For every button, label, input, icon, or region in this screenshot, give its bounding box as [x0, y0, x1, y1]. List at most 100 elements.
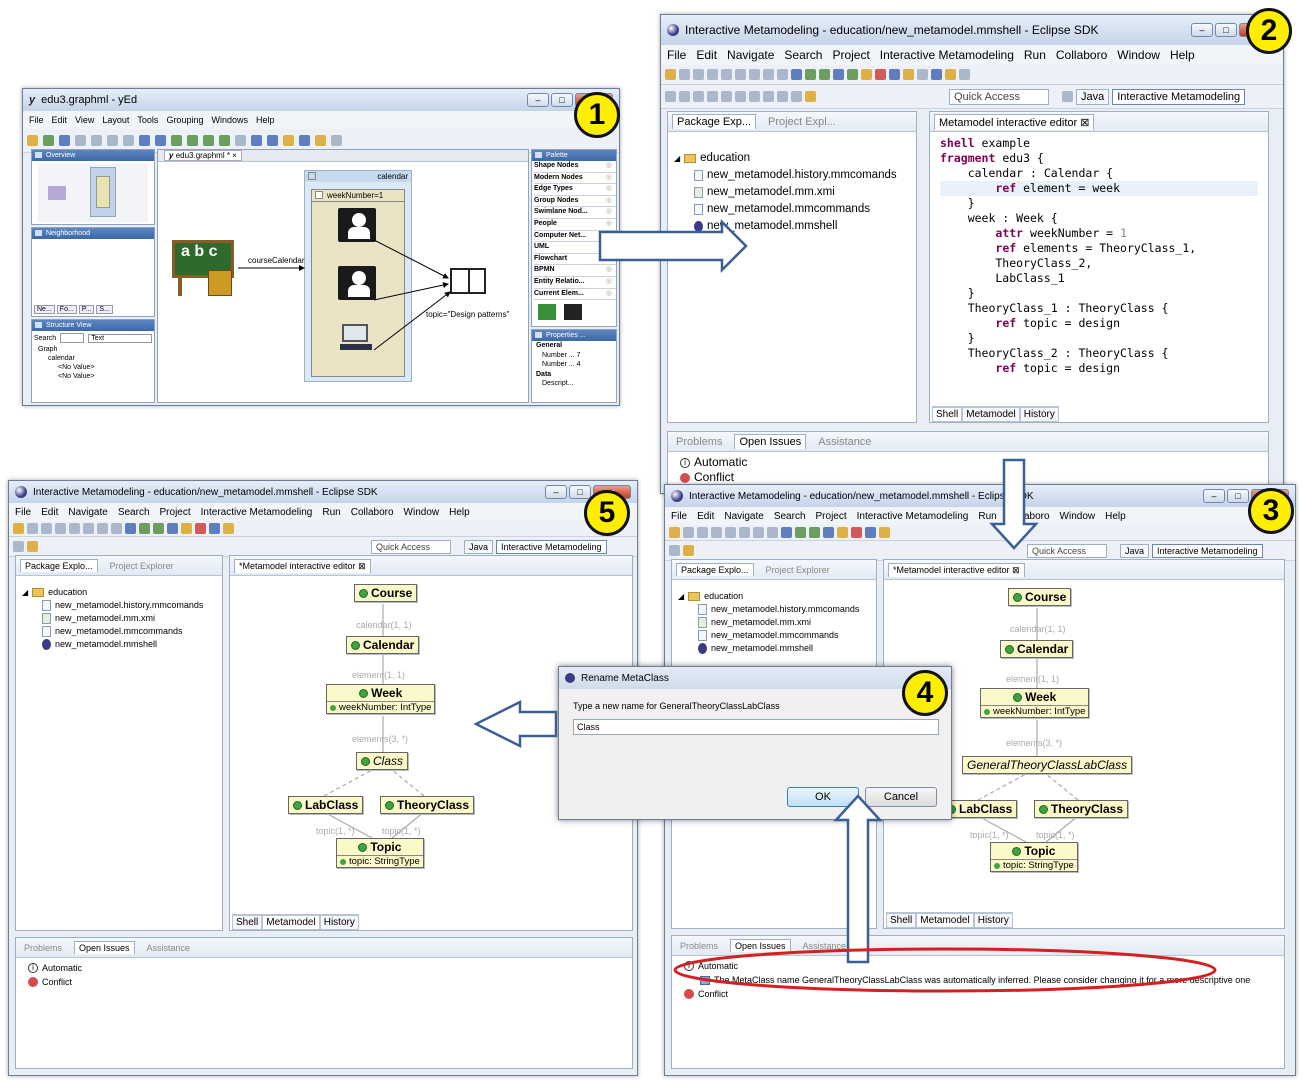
tab-package-explorer[interactable]: Package Explo...	[676, 563, 754, 576]
menu-item[interactable]: Run	[978, 511, 996, 522]
property-row[interactable]: Descript...	[536, 379, 616, 389]
menu-item[interactable]: Search	[774, 511, 806, 522]
tab-assistance[interactable]: Assistance	[814, 435, 875, 449]
issue-row[interactable]: i Automatic	[28, 961, 620, 975]
menu-item[interactable]: View	[75, 115, 94, 125]
editor-mode-tab[interactable]: Shell	[232, 915, 263, 930]
paste-icon[interactable]	[107, 135, 118, 146]
file-node[interactable]: new_metamodel.history.mmcomands	[678, 603, 870, 616]
tab-package-explorer[interactable]: Package Exp...	[672, 114, 756, 129]
maximize-button[interactable]: □	[1227, 489, 1249, 503]
file-node[interactable]: new_metamodel.mm.xmi	[674, 184, 910, 201]
menu-item[interactable]: Window	[1117, 48, 1160, 62]
menu-item[interactable]: Run	[322, 507, 340, 518]
tab-project-explorer[interactable]: Project Expl...	[764, 115, 840, 129]
metaclass-course[interactable]: Course	[1008, 588, 1072, 606]
menu-item[interactable]: Collaboro	[1056, 48, 1107, 62]
tab-package-explorer[interactable]: Package Explo...	[20, 559, 98, 572]
tab-project-explorer[interactable]: Project Explorer	[762, 564, 834, 576]
menu-item[interactable]: Project	[816, 511, 847, 522]
metaclass-general[interactable]: Class	[356, 752, 409, 770]
editor-mode-tab[interactable]: History	[319, 915, 359, 930]
editor-mode-tab[interactable]: History	[973, 913, 1013, 928]
minimize-button[interactable]: –	[545, 485, 567, 499]
overview-thumbnail[interactable]	[38, 164, 148, 222]
undo-icon[interactable]	[139, 135, 150, 146]
tab-problems[interactable]: Problems	[672, 435, 726, 449]
menu-item[interactable]: Run	[1024, 48, 1046, 62]
palette-section[interactable]: People ◎	[534, 219, 616, 231]
menu-item[interactable]: File	[667, 48, 686, 62]
project-node[interactable]: ◢ education	[678, 590, 870, 603]
property-row[interactable]: Number ... 4	[536, 360, 616, 370]
java-perspective[interactable]: Java	[1120, 543, 1150, 558]
property-row[interactable]: Number ... 7	[536, 351, 616, 361]
graph-canvas[interactable]: y edu3.graphml * × calendar weekNumber=1…	[157, 149, 529, 403]
menu-item[interactable]: Window	[404, 507, 440, 518]
quick-access-input[interactable]: Quick Access	[371, 539, 451, 554]
metaclass-week[interactable]: Week weekNumber: IntType	[980, 688, 1090, 718]
search-field[interactable]	[60, 333, 85, 343]
menu-item[interactable]: Help	[1105, 511, 1126, 522]
menu-item[interactable]: Project	[160, 507, 191, 518]
palette-section[interactable]: Group Nodes ◎	[534, 196, 616, 208]
lab-node[interactable]	[338, 322, 376, 356]
project-node[interactable]: ◢ education	[674, 150, 910, 167]
menu-item[interactable]: Edit	[41, 507, 58, 518]
file-node[interactable]: new_metamodel.mmshell	[678, 642, 870, 655]
metaclass-calendar[interactable]: Calendar	[1000, 640, 1074, 658]
property-row[interactable]: General	[536, 341, 616, 351]
im-perspective[interactable]: Interactive Metamodeling	[496, 539, 607, 554]
im-perspective[interactable]: Interactive Metamodeling	[1112, 88, 1246, 105]
menu-item[interactable]: Interactive Metamodeling	[857, 511, 969, 522]
menu-item[interactable]: Collaboro	[351, 507, 394, 518]
minimize-button[interactable]: –	[527, 93, 549, 107]
property-row[interactable]: Data	[536, 370, 616, 380]
java-perspective[interactable]: Java	[464, 539, 494, 554]
menu-item[interactable]: Navigate	[727, 48, 774, 62]
editor-mode-tab[interactable]: Metamodel	[962, 407, 1020, 422]
issue-row[interactable]: i Automatic	[684, 959, 1272, 973]
file-node[interactable]: new_metamodel.mmshell	[22, 638, 216, 651]
fit-icon[interactable]	[235, 135, 246, 146]
metaclass-week[interactable]: Week weekNumber: IntType	[326, 684, 436, 714]
tab-assistance[interactable]: Assistance	[143, 942, 195, 954]
new-icon[interactable]	[27, 135, 38, 146]
menu-item[interactable]: Edit	[52, 115, 68, 125]
tab-problems[interactable]: Problems	[20, 942, 66, 954]
open-perspective-icon[interactable]	[1062, 91, 1073, 102]
menu-item[interactable]: Layout	[102, 115, 129, 125]
palette-icon[interactable]	[315, 135, 326, 146]
issue-row[interactable]: i Automatic	[680, 455, 1256, 470]
mini-tab[interactable]: Ne...	[34, 305, 55, 314]
menu-item[interactable]: Navigate	[68, 507, 107, 518]
metaclass-general[interactable]: GeneralTheoryClassLabClass	[962, 756, 1133, 774]
file-node[interactable]: new_metamodel.mmcommands	[674, 201, 910, 218]
tab-open-issues[interactable]: Open Issues	[730, 939, 791, 952]
week-group-node[interactable]: weekNumber=1	[311, 189, 405, 377]
menu-item[interactable]: Window	[1060, 511, 1096, 522]
palette-section[interactable]: Entity Relatio... ◎	[534, 277, 616, 289]
tree-node[interactable]: <No Value>	[38, 372, 154, 381]
file-node[interactable]: new_metamodel.mmshell	[674, 218, 910, 235]
maximize-button[interactable]: □	[569, 485, 591, 499]
shell-code[interactable]: shell example fragment edu3 { calendar : …	[930, 132, 1268, 394]
topic-book-node[interactable]	[450, 268, 486, 294]
menu-item[interactable]: File	[671, 511, 687, 522]
metaclass-topic[interactable]: Topic topic: StringType	[990, 842, 1078, 872]
zoom-fit-icon[interactable]	[203, 135, 214, 146]
file-node[interactable]: new_metamodel.mmcommands	[678, 629, 870, 642]
minimize-button[interactable]: –	[1191, 23, 1213, 37]
tab-editor[interactable]: Metamodel interactive editor ⊠	[934, 113, 1095, 130]
editor-mode-tab[interactable]: Shell	[886, 913, 917, 928]
file-node[interactable]: new_metamodel.mmcommands	[22, 625, 216, 638]
menu-item[interactable]: Help	[256, 115, 275, 125]
metaclass-lab[interactable]: LabClass	[288, 796, 364, 814]
palette-section[interactable]: Computer Net... ◎	[534, 231, 616, 243]
palette-section[interactable]: UML ◎	[534, 242, 616, 254]
tab-open-issues[interactable]: Open Issues	[74, 941, 135, 954]
tab-assistance[interactable]: Assistance	[799, 940, 851, 952]
menu-item[interactable]: Edit	[697, 511, 714, 522]
issue-row[interactable]: Conflict	[28, 975, 620, 989]
save-icon[interactable]	[59, 135, 70, 146]
